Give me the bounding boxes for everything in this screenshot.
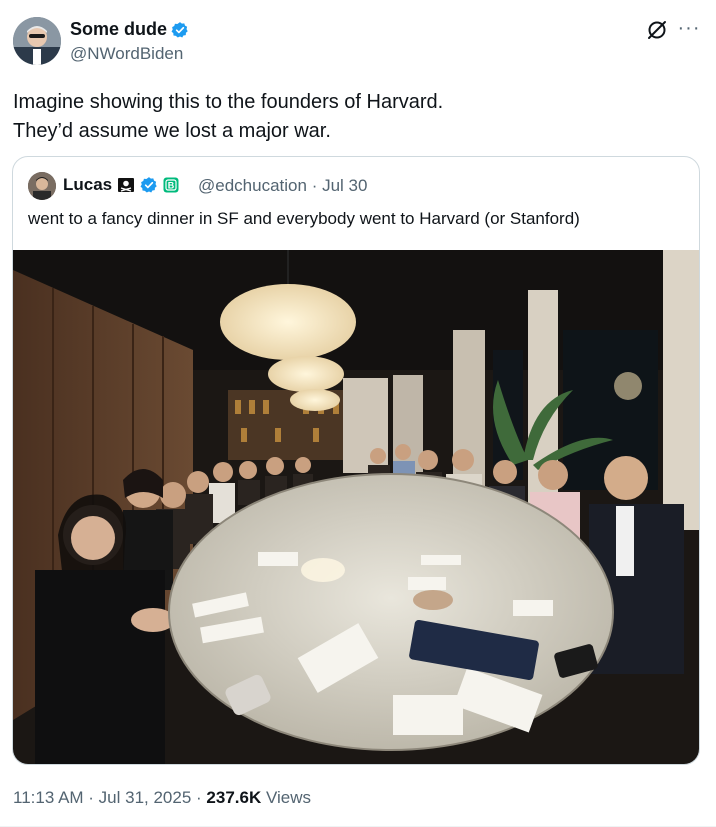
views-count: 237.6K	[206, 788, 262, 807]
more-icon[interactable]: ···	[677, 18, 701, 42]
tweet-footer: 11:13 AM · Jul 31, 2025 · 237.6K Views	[13, 788, 311, 808]
quote-author-name: Lucas B	[63, 175, 179, 195]
author-handle[interactable]: @NWordBiden	[70, 44, 183, 64]
pirate-flag-icon	[118, 178, 135, 192]
quote-date: · Jul 30	[311, 176, 368, 195]
quote-author-avatar	[28, 172, 56, 200]
tweet-text: Imagine showing this to the founders of …	[13, 88, 703, 146]
quoted-tweet[interactable]: Lucas B @edchucation · Jul 30 went to a …	[12, 156, 700, 765]
quote-photo[interactable]	[13, 250, 699, 764]
verified-badge-icon	[140, 177, 157, 193]
quote-text: went to a fancy dinner in SF and everybo…	[28, 209, 580, 228]
author-avatar[interactable]	[13, 17, 61, 65]
verified-badge-icon	[171, 21, 188, 37]
tweet-timestamp[interactable]: 11:13 AM · Jul 31, 2025 ·	[13, 788, 202, 807]
svg-text:B: B	[168, 181, 175, 191]
grok-icon[interactable]	[645, 18, 669, 42]
author-name[interactable]: Some dude	[70, 19, 189, 40]
quote-handle: @edchucation	[198, 176, 307, 195]
views-label: Views	[265, 788, 312, 807]
tweet-text-line: Imagine showing this to the founders of …	[13, 91, 444, 113]
tweet-text-line: They’d assume we lost a major war.	[13, 120, 331, 142]
b-badge-icon: B	[163, 177, 179, 193]
quote-meta: @edchucation · Jul 30	[198, 176, 367, 196]
